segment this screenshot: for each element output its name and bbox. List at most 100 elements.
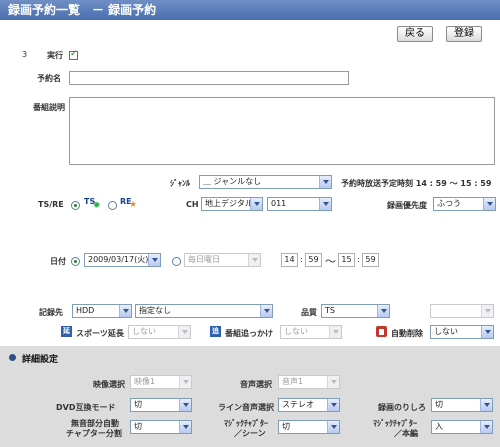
chevron-down-icon <box>327 376 339 388</box>
chevron-down-icon <box>248 254 260 266</box>
sports-extension-value: しない <box>132 327 156 336</box>
recording-margin-select[interactable]: 切 <box>431 398 493 412</box>
quality-label: 品質 <box>301 308 317 317</box>
priority-select[interactable]: ふつう <box>433 197 496 211</box>
chevron-down-icon <box>178 326 190 338</box>
silent-chapter-select[interactable]: 切 <box>130 420 192 434</box>
quality-extra-select[interactable] <box>430 304 494 318</box>
description-label: 番組説明 <box>33 103 65 112</box>
genre-label: ｼﾞｬﾝﾙ <box>170 179 190 188</box>
chevron-down-icon <box>319 176 331 188</box>
program-chase-value: しない <box>284 327 308 336</box>
program-chase-icon: 追 <box>210 326 221 337</box>
page-title: 録画予約一覧 － 録画予約 <box>0 0 500 20</box>
bullet-icon <box>9 354 16 361</box>
priority-label: 録画優先度 <box>387 201 427 210</box>
trash-icon <box>376 326 387 337</box>
program-chase-select[interactable]: しない <box>280 325 342 339</box>
sports-extension-select[interactable]: しない <box>128 325 191 339</box>
chevron-down-icon <box>179 421 191 433</box>
weekday-value: 毎日曜日 <box>188 255 220 264</box>
weekday-select[interactable]: 毎日曜日 <box>184 253 261 267</box>
chevron-down-icon <box>260 305 272 317</box>
end-minute-input[interactable]: 59 <box>362 253 379 267</box>
chevron-down-icon <box>481 326 493 338</box>
video-select[interactable]: 映像1 <box>130 375 192 389</box>
chevron-down-icon <box>480 399 492 411</box>
folder-value: 指定なし <box>139 306 171 315</box>
ts-icon: TS ✹ <box>84 197 101 211</box>
chevron-down-icon <box>329 326 341 338</box>
chevron-down-icon <box>119 305 131 317</box>
quality-select[interactable]: TS <box>321 304 390 318</box>
line-audio-label: ライン音声選択 <box>218 403 274 412</box>
silent-chapter-label-2: チャプター分割 <box>66 429 122 438</box>
description-textarea[interactable] <box>69 97 495 165</box>
reservation-name-input[interactable] <box>69 71 349 85</box>
magic-chapter-scene-value: 切 <box>282 422 290 431</box>
program-chase-label: 番組追っかけ <box>225 329 273 338</box>
time-colon: : <box>300 255 303 264</box>
chevron-down-icon <box>319 198 331 210</box>
audio-value: 音声1 <box>282 377 304 386</box>
silent-chapter-value: 切 <box>134 422 142 431</box>
recording-margin-value: 切 <box>435 400 443 409</box>
auto-delete-value: しない <box>434 327 458 336</box>
genre-select[interactable]: ＿ ジャンルなし <box>199 175 332 189</box>
chevron-down-icon <box>480 421 492 433</box>
start-hour-input[interactable]: 14 <box>281 253 298 267</box>
record-destination-select[interactable]: HDD <box>72 304 132 318</box>
dvd-mode-select[interactable]: 切 <box>130 398 192 412</box>
magic-chapter-scene-label-2: ／シーン <box>234 429 266 438</box>
chevron-down-icon <box>179 376 191 388</box>
video-value: 映像1 <box>134 377 156 386</box>
chevron-down-icon <box>148 254 160 266</box>
channel-number-select[interactable]: 011 <box>267 197 332 211</box>
chevron-down-icon <box>179 399 191 411</box>
chevron-down-icon <box>327 399 339 411</box>
weekday-radio[interactable] <box>172 257 181 266</box>
record-to-label: 記録先 <box>39 308 63 317</box>
magic-chapter-main-select[interactable]: 入 <box>431 420 493 434</box>
record-destination-value: HDD <box>76 306 95 315</box>
chevron-down-icon <box>327 421 339 433</box>
time-colon: : <box>357 255 360 264</box>
ts-radio[interactable] <box>71 201 80 210</box>
channel-label: CH <box>186 200 199 209</box>
scheduled-time-note: 予約時放送予定時刻 14 : 59 ～ 15 : 59 <box>341 179 492 188</box>
re-radio[interactable] <box>108 201 117 210</box>
chevron-down-icon <box>250 198 262 210</box>
date-select[interactable]: 2009/03/17(火) <box>84 253 161 267</box>
ts-re-label: TS/RE <box>38 200 64 209</box>
reservation-number: 3 <box>22 50 28 59</box>
sports-extension-icon: 延 <box>61 326 72 337</box>
date-label: 日付 <box>50 257 66 266</box>
execute-checkbox[interactable] <box>69 49 78 60</box>
register-button[interactable]: 登録 <box>446 26 482 42</box>
details-title: 詳細設定 <box>22 355 59 365</box>
back-button[interactable]: 戻る <box>397 26 433 42</box>
channel-type-select[interactable]: 地上デジタル <box>201 197 263 211</box>
quality-value: TS <box>325 306 335 315</box>
priority-value: ふつう <box>437 199 461 208</box>
recording-margin-label: 録画のりしろ <box>378 403 426 412</box>
audio-select[interactable]: 音声1 <box>278 375 340 389</box>
folder-select[interactable]: 指定なし <box>135 304 273 318</box>
line-audio-select[interactable]: ステレオ <box>278 398 340 412</box>
magic-chapter-main-label-2: ／本編 <box>394 429 418 438</box>
dvd-mode-value: 切 <box>134 400 142 409</box>
channel-type-value: 地上デジタル <box>205 199 253 208</box>
magic-chapter-main-value: 入 <box>435 422 443 431</box>
start-minute-input[interactable]: 59 <box>305 253 322 267</box>
name-label: 予約名 <box>37 74 61 83</box>
end-hour-input[interactable]: 15 <box>338 253 355 267</box>
date-radio[interactable] <box>71 257 80 266</box>
execute-label: 実行 <box>47 51 63 60</box>
chevron-down-icon <box>481 305 493 317</box>
chevron-down-icon <box>377 305 389 317</box>
dvd-mode-label: DVD互換モード <box>56 403 116 412</box>
sports-extension-label: スポーツ延長 <box>76 329 124 338</box>
auto-delete-select[interactable]: しない <box>430 325 494 339</box>
chevron-down-icon <box>483 198 495 210</box>
magic-chapter-scene-select[interactable]: 切 <box>278 420 340 434</box>
